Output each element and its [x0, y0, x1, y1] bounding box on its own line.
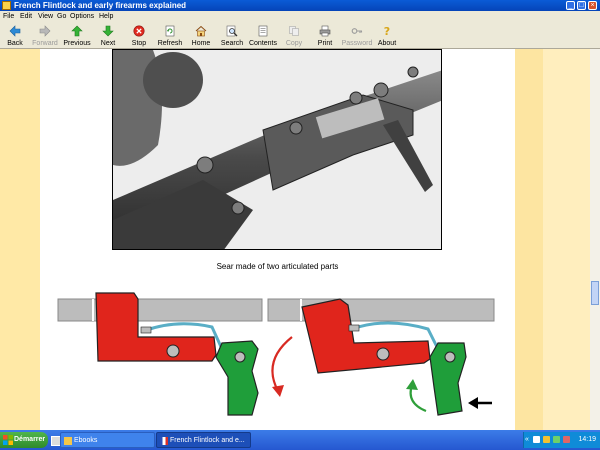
menu-options[interactable]: Options: [70, 11, 94, 22]
system-tray: « 14:19: [523, 432, 600, 448]
left-rail-gap: [92, 299, 94, 321]
search-icon: [226, 25, 238, 37]
next-button[interactable]: Next: [99, 24, 117, 48]
task-ebooks[interactable]: Ebooks: [60, 432, 155, 448]
back-button[interactable]: Back: [6, 24, 24, 48]
forward-arrow-icon: [39, 25, 51, 37]
stop-button[interactable]: Stop: [130, 24, 148, 48]
app-icon: [2, 1, 11, 10]
sear-diagram: [57, 292, 495, 416]
quicklaunch-icon[interactable]: [50, 432, 61, 448]
menu-view[interactable]: View: [38, 11, 53, 22]
image-caption: Sear made of two articulated parts: [216, 262, 339, 271]
left-trigger: [215, 340, 259, 416]
right-rail-gap: [300, 299, 302, 321]
password-button[interactable]: Password: [342, 24, 372, 48]
red-rotation-arrow: [271, 336, 293, 392]
toolbar: Back Forward Previous Next Stop Refresh: [0, 22, 600, 49]
left-pivot-screw: [166, 344, 180, 358]
printer-icon: [319, 25, 331, 37]
copy-button[interactable]: Copy: [285, 24, 303, 48]
back-arrow-icon: [9, 25, 21, 37]
right-pivot-screw: [376, 347, 390, 361]
flintlock-photo: [112, 49, 442, 250]
up-arrow-icon: [71, 25, 83, 37]
key-icon: [351, 28, 363, 34]
right-trigger-pivot: [444, 351, 456, 363]
start-button[interactable]: Démarrer: [0, 432, 48, 448]
about-button[interactable]: ? About: [378, 24, 396, 48]
volume-icon[interactable]: [543, 436, 550, 443]
title-bar: French Flintlock and early firearms expl…: [0, 0, 600, 11]
flintlock-mechanism-image: [113, 50, 441, 249]
contents-icon: [258, 25, 268, 37]
svg-text:?: ?: [384, 25, 390, 37]
task-french-flintlock[interactable]: French Flintlock and e...: [156, 432, 251, 448]
forward-button[interactable]: Forward: [32, 24, 58, 48]
windows-flag-icon: [3, 435, 13, 445]
previous-button[interactable]: Previous: [63, 24, 91, 48]
right-margin-band: [515, 49, 543, 430]
stop-icon: [133, 25, 145, 37]
clock: 14:19: [578, 436, 596, 443]
network-icon[interactable]: [533, 436, 540, 443]
minimize-button[interactable]: _: [566, 1, 575, 10]
question-icon: ?: [384, 25, 390, 37]
green-arrowhead: [406, 379, 418, 390]
print-button[interactable]: Print: [316, 24, 334, 48]
copy-icon: [289, 26, 299, 36]
home-icon: [195, 25, 207, 37]
contents-button[interactable]: Contents: [249, 24, 277, 48]
menu-bar: File Edit View Go Options Help: [0, 11, 600, 22]
start-label: Démarrer: [14, 436, 46, 443]
tray-expand-chevron[interactable]: «: [525, 432, 529, 448]
refresh-button[interactable]: Refresh: [158, 24, 182, 48]
menu-go[interactable]: Go: [57, 11, 66, 22]
search-button[interactable]: Search: [221, 24, 243, 48]
french-flag-icon: [160, 437, 168, 445]
down-arrow-icon: [102, 25, 114, 37]
right-spring-anchor: [348, 324, 360, 332]
antivirus-icon[interactable]: [553, 436, 560, 443]
push-arrowhead: [468, 397, 478, 409]
red-arrowhead: [272, 385, 284, 397]
home-button[interactable]: Home: [192, 24, 210, 48]
left-margin-band: [0, 49, 40, 430]
right-margin-band-outer: [543, 49, 590, 430]
taskbar: Démarrer Ebooks French Flintlock and e..…: [0, 430, 600, 450]
left-rail: [57, 298, 263, 322]
folder-icon: [64, 437, 72, 445]
menu-edit[interactable]: Edit: [20, 11, 32, 22]
vertical-scrollbar[interactable]: [590, 49, 600, 430]
scrollbar-thumb[interactable]: [591, 281, 599, 305]
close-button[interactable]: ×: [588, 1, 597, 10]
left-trigger-pivot: [234, 351, 246, 363]
content-area: Sear made of two articulated parts: [0, 49, 590, 430]
left-spring-anchor: [140, 326, 152, 334]
menu-help[interactable]: Help: [99, 11, 113, 22]
refresh-icon: [165, 25, 175, 37]
window-title: French Flintlock and early firearms expl…: [14, 1, 187, 10]
menu-file[interactable]: File: [3, 11, 14, 22]
maximize-button[interactable]: □: [577, 1, 586, 10]
update-icon[interactable]: [563, 436, 570, 443]
